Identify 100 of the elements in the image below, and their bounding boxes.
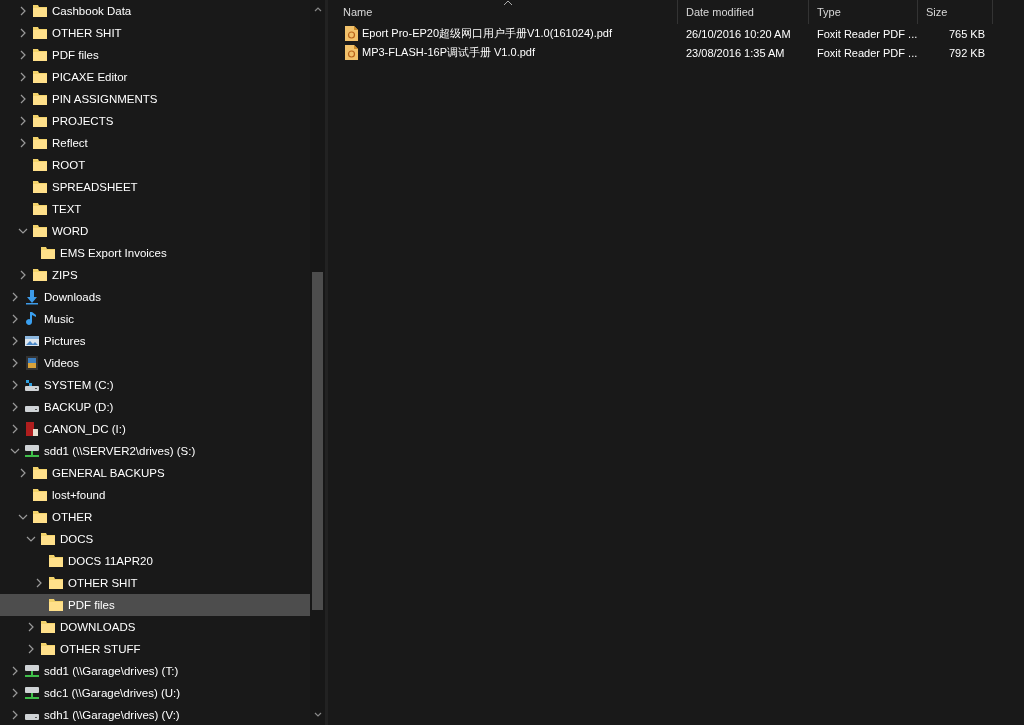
chevron-right-icon[interactable]	[10, 358, 20, 368]
folder-icon	[40, 619, 56, 635]
memory-card-icon	[24, 421, 40, 437]
tree-item[interactable]: sdc1 (\\Garage\drives) (U:)	[0, 682, 310, 704]
folder-icon	[32, 223, 48, 239]
sort-up-icon[interactable]	[503, 0, 513, 6]
type-cell-text: Foxit Reader PDF ...	[816, 46, 918, 59]
tree-item[interactable]: DOWNLOADS	[0, 616, 310, 638]
tree-item[interactable]: Pictures	[0, 330, 310, 352]
chevron-right-icon[interactable]	[18, 138, 28, 148]
folder-icon	[32, 47, 48, 63]
tree-item[interactable]: lost+found	[0, 484, 310, 506]
date-cell-text: 23/08/2016 1:35 AM	[685, 46, 786, 59]
drive-icon	[24, 405, 40, 413]
tree-item[interactable]: PDF files	[0, 44, 310, 66]
tree-item[interactable]: Cashbook Data	[0, 0, 310, 22]
column-header[interactable]: Name	[328, 0, 678, 24]
folder-icon	[48, 575, 64, 591]
drive-icon	[24, 713, 40, 721]
chevron-right-icon[interactable]	[18, 468, 28, 478]
chevron-right-icon[interactable]	[18, 72, 28, 82]
tree-item[interactable]: GENERAL BACKUPS	[0, 462, 310, 484]
tree-item[interactable]: OTHER	[0, 506, 310, 528]
tree-item[interactable]: WORD	[0, 220, 310, 242]
tree-item[interactable]: BACKUP (D:)	[0, 396, 310, 418]
tree-item[interactable]: PDF files	[0, 594, 310, 616]
tree-item[interactable]: OTHER SHIT	[0, 22, 310, 44]
tree-item[interactable]: sdd1 (\\Garage\drives) (T:)	[0, 660, 310, 682]
chevron-right-icon[interactable]	[10, 710, 20, 720]
tree-item[interactable]: DOCS 11APR20	[0, 550, 310, 572]
chevron-right-icon[interactable]	[18, 94, 28, 104]
chevron-right-icon[interactable]	[10, 402, 20, 412]
tree-item[interactable]: TEXT	[0, 198, 310, 220]
chevron-right-icon[interactable]	[10, 292, 20, 302]
tree-item[interactable]: SYSTEM (C:)	[0, 374, 310, 396]
folder-icon	[32, 179, 48, 195]
scroll-down-icon[interactable]	[313, 711, 322, 719]
column-header[interactable]: Size	[918, 0, 993, 24]
picture-icon	[24, 333, 40, 349]
folder-icon	[32, 157, 48, 173]
network-drive-icon	[24, 685, 40, 701]
folder-icon	[32, 201, 48, 217]
folder-icon	[48, 597, 64, 613]
folder-icon	[48, 553, 64, 569]
chevron-right-icon[interactable]	[26, 644, 36, 654]
date-cell-text: 26/10/2016 10:20 AM	[685, 27, 792, 40]
tree-item[interactable]: Downloads	[0, 286, 310, 308]
folder-icon	[32, 487, 48, 503]
network-drive-icon	[24, 443, 40, 459]
chevron-right-icon[interactable]	[10, 314, 20, 324]
tree-item[interactable]: PIN ASSIGNMENTS	[0, 88, 310, 110]
file-name[interactable]: MP3-FLASH-16P调试手册 V1.0.pdf	[362, 45, 535, 60]
chevron-down-icon[interactable]	[10, 446, 20, 456]
chevron-right-icon[interactable]	[18, 270, 28, 280]
folder-icon	[32, 267, 48, 283]
chevron-right-icon[interactable]	[34, 578, 44, 588]
film-icon	[24, 355, 40, 371]
file-name[interactable]: Eport Pro-EP20超级网口用户手册V1.0(161024).pdf	[362, 26, 613, 41]
chevron-right-icon[interactable]	[18, 6, 28, 16]
chevron-down-icon[interactable]	[26, 534, 36, 544]
tree-item[interactable]: ROOT	[0, 154, 310, 176]
tree-item[interactable]: Music	[0, 308, 310, 330]
chevron-right-icon[interactable]	[18, 28, 28, 38]
tree-item[interactable]: CANON_DC (I:)	[0, 418, 310, 440]
tree-item[interactable]: ZIPS	[0, 264, 310, 286]
tree-item[interactable]: sdh1 (\\Garage\drives) (V:)	[0, 704, 310, 725]
tree-item[interactable]: PICAXE Editor	[0, 66, 310, 88]
size-cell-text: 765 KB	[947, 27, 986, 40]
chevron-right-icon[interactable]	[18, 50, 28, 60]
tree-item[interactable]: DOCS	[0, 528, 310, 550]
chevron-down-icon[interactable]	[18, 512, 28, 522]
tree-item[interactable]: OTHER SHIT	[0, 572, 310, 594]
folder-icon	[32, 25, 48, 41]
tree-item[interactable]: OTHER STUFF	[0, 638, 310, 660]
tree-item[interactable]: EMS Export Invoices	[0, 242, 310, 264]
chevron-down-icon[interactable]	[18, 226, 28, 236]
tree-item[interactable]: sdd1 (\\SERVER2\drives) (S:)	[0, 440, 310, 462]
chevron-right-icon[interactable]	[10, 688, 20, 698]
drive-icon	[24, 377, 40, 393]
folder-icon	[32, 113, 48, 129]
chevron-right-icon[interactable]	[10, 336, 20, 346]
column-header[interactable]: Date modified	[678, 0, 809, 24]
folder-icon	[32, 91, 48, 107]
tree-item[interactable]: PROJECTS	[0, 110, 310, 132]
scroll-up-icon[interactable]	[313, 5, 322, 13]
network-drive-icon	[24, 663, 40, 679]
chevron-right-icon[interactable]	[10, 424, 20, 434]
scroll-thumb[interactable]	[312, 272, 323, 610]
pdf-file-icon	[345, 26, 358, 41]
chevron-right-icon[interactable]	[26, 622, 36, 632]
chevron-right-icon[interactable]	[18, 116, 28, 126]
tree-item[interactable]: Reflect	[0, 132, 310, 154]
type-cell-text: Foxit Reader PDF ...	[816, 27, 918, 40]
folder-icon	[40, 531, 56, 547]
tree-item[interactable]: SPREADSHEET	[0, 176, 310, 198]
chevron-right-icon[interactable]	[10, 380, 20, 390]
folder-icon	[32, 135, 48, 151]
column-header[interactable]: Type	[809, 0, 918, 24]
tree-item[interactable]: Videos	[0, 352, 310, 374]
chevron-right-icon[interactable]	[10, 666, 20, 676]
